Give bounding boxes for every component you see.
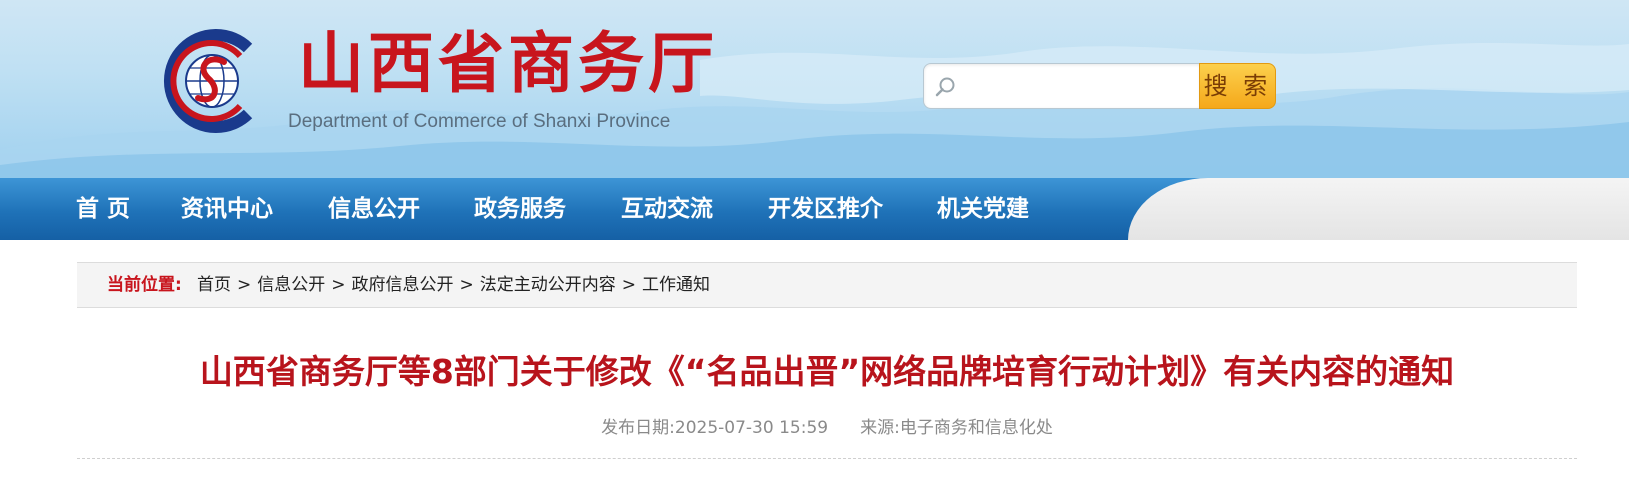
nav-item-gov-services[interactable]: 政务服务: [474, 178, 566, 240]
breadcrumb-item-work-notices[interactable]: 工作通知: [642, 275, 710, 295]
search-icon: [935, 77, 955, 97]
nav-item-news-center[interactable]: 资讯中心: [181, 178, 273, 240]
title-divider: [77, 458, 1577, 459]
breadcrumb: 当前位置: 首页 > 信息公开 > 政府信息公开 > 法定主动公开内容 > 工作通知: [77, 262, 1577, 308]
nav-item-info-disclosure[interactable]: 信息公开: [328, 178, 420, 240]
nav-item-dev-zones[interactable]: 开发区推介: [768, 178, 883, 240]
breadcrumb-item-statutory-content[interactable]: 法定主动公开内容: [480, 275, 616, 295]
nav-item-interaction[interactable]: 互动交流: [621, 178, 713, 240]
site-header: 山西省商务厅 Department of Commerce of Shanxi …: [0, 0, 1629, 178]
publish-date: 2025-07-30 15:59: [674, 418, 829, 438]
breadcrumb-separator: >: [331, 275, 346, 295]
publish-date-label: 发布日期:: [601, 418, 675, 438]
breadcrumb-trail: 首页 > 信息公开 > 政府信息公开 > 法定主动公开内容 > 工作通知: [197, 263, 710, 307]
commerce-globe-logo-icon: [164, 29, 253, 133]
article-title: 山西省商务厅等8部门关于修改《“名品出晋”网络品牌培育行动计划》有关内容的通知: [199, 352, 1455, 391]
article-source: 电子商务和信息化处: [899, 418, 1053, 438]
article-meta: 发布日期:2025-07-30 15:59 来源:电子商务和信息化处: [77, 414, 1577, 442]
site-title: 山西省商务厅: [298, 25, 718, 102]
breadcrumb-separator: >: [237, 275, 252, 295]
breadcrumb-item-gov-info-disclosure[interactable]: 政府信息公开: [352, 275, 454, 295]
nav-bar-right-panel: [1128, 178, 1629, 240]
site-subtitle: Department of Commerce of Shanxi Provinc…: [288, 111, 671, 132]
breadcrumb-separator: >: [621, 275, 636, 295]
search-input[interactable]: [964, 72, 1194, 102]
search-box: [923, 63, 1201, 109]
nav-item-party-building[interactable]: 机关党建: [937, 178, 1029, 240]
breadcrumb-label: 当前位置:: [107, 275, 182, 295]
breadcrumb-item-info-disclosure[interactable]: 信息公开: [257, 275, 325, 295]
nav-item-home[interactable]: 首 页: [76, 178, 130, 240]
source-label: 来源:: [860, 418, 900, 438]
breadcrumb-separator: >: [459, 275, 474, 295]
search-button[interactable]: 搜 索: [1199, 63, 1276, 109]
breadcrumb-item-home[interactable]: 首页: [197, 275, 231, 295]
